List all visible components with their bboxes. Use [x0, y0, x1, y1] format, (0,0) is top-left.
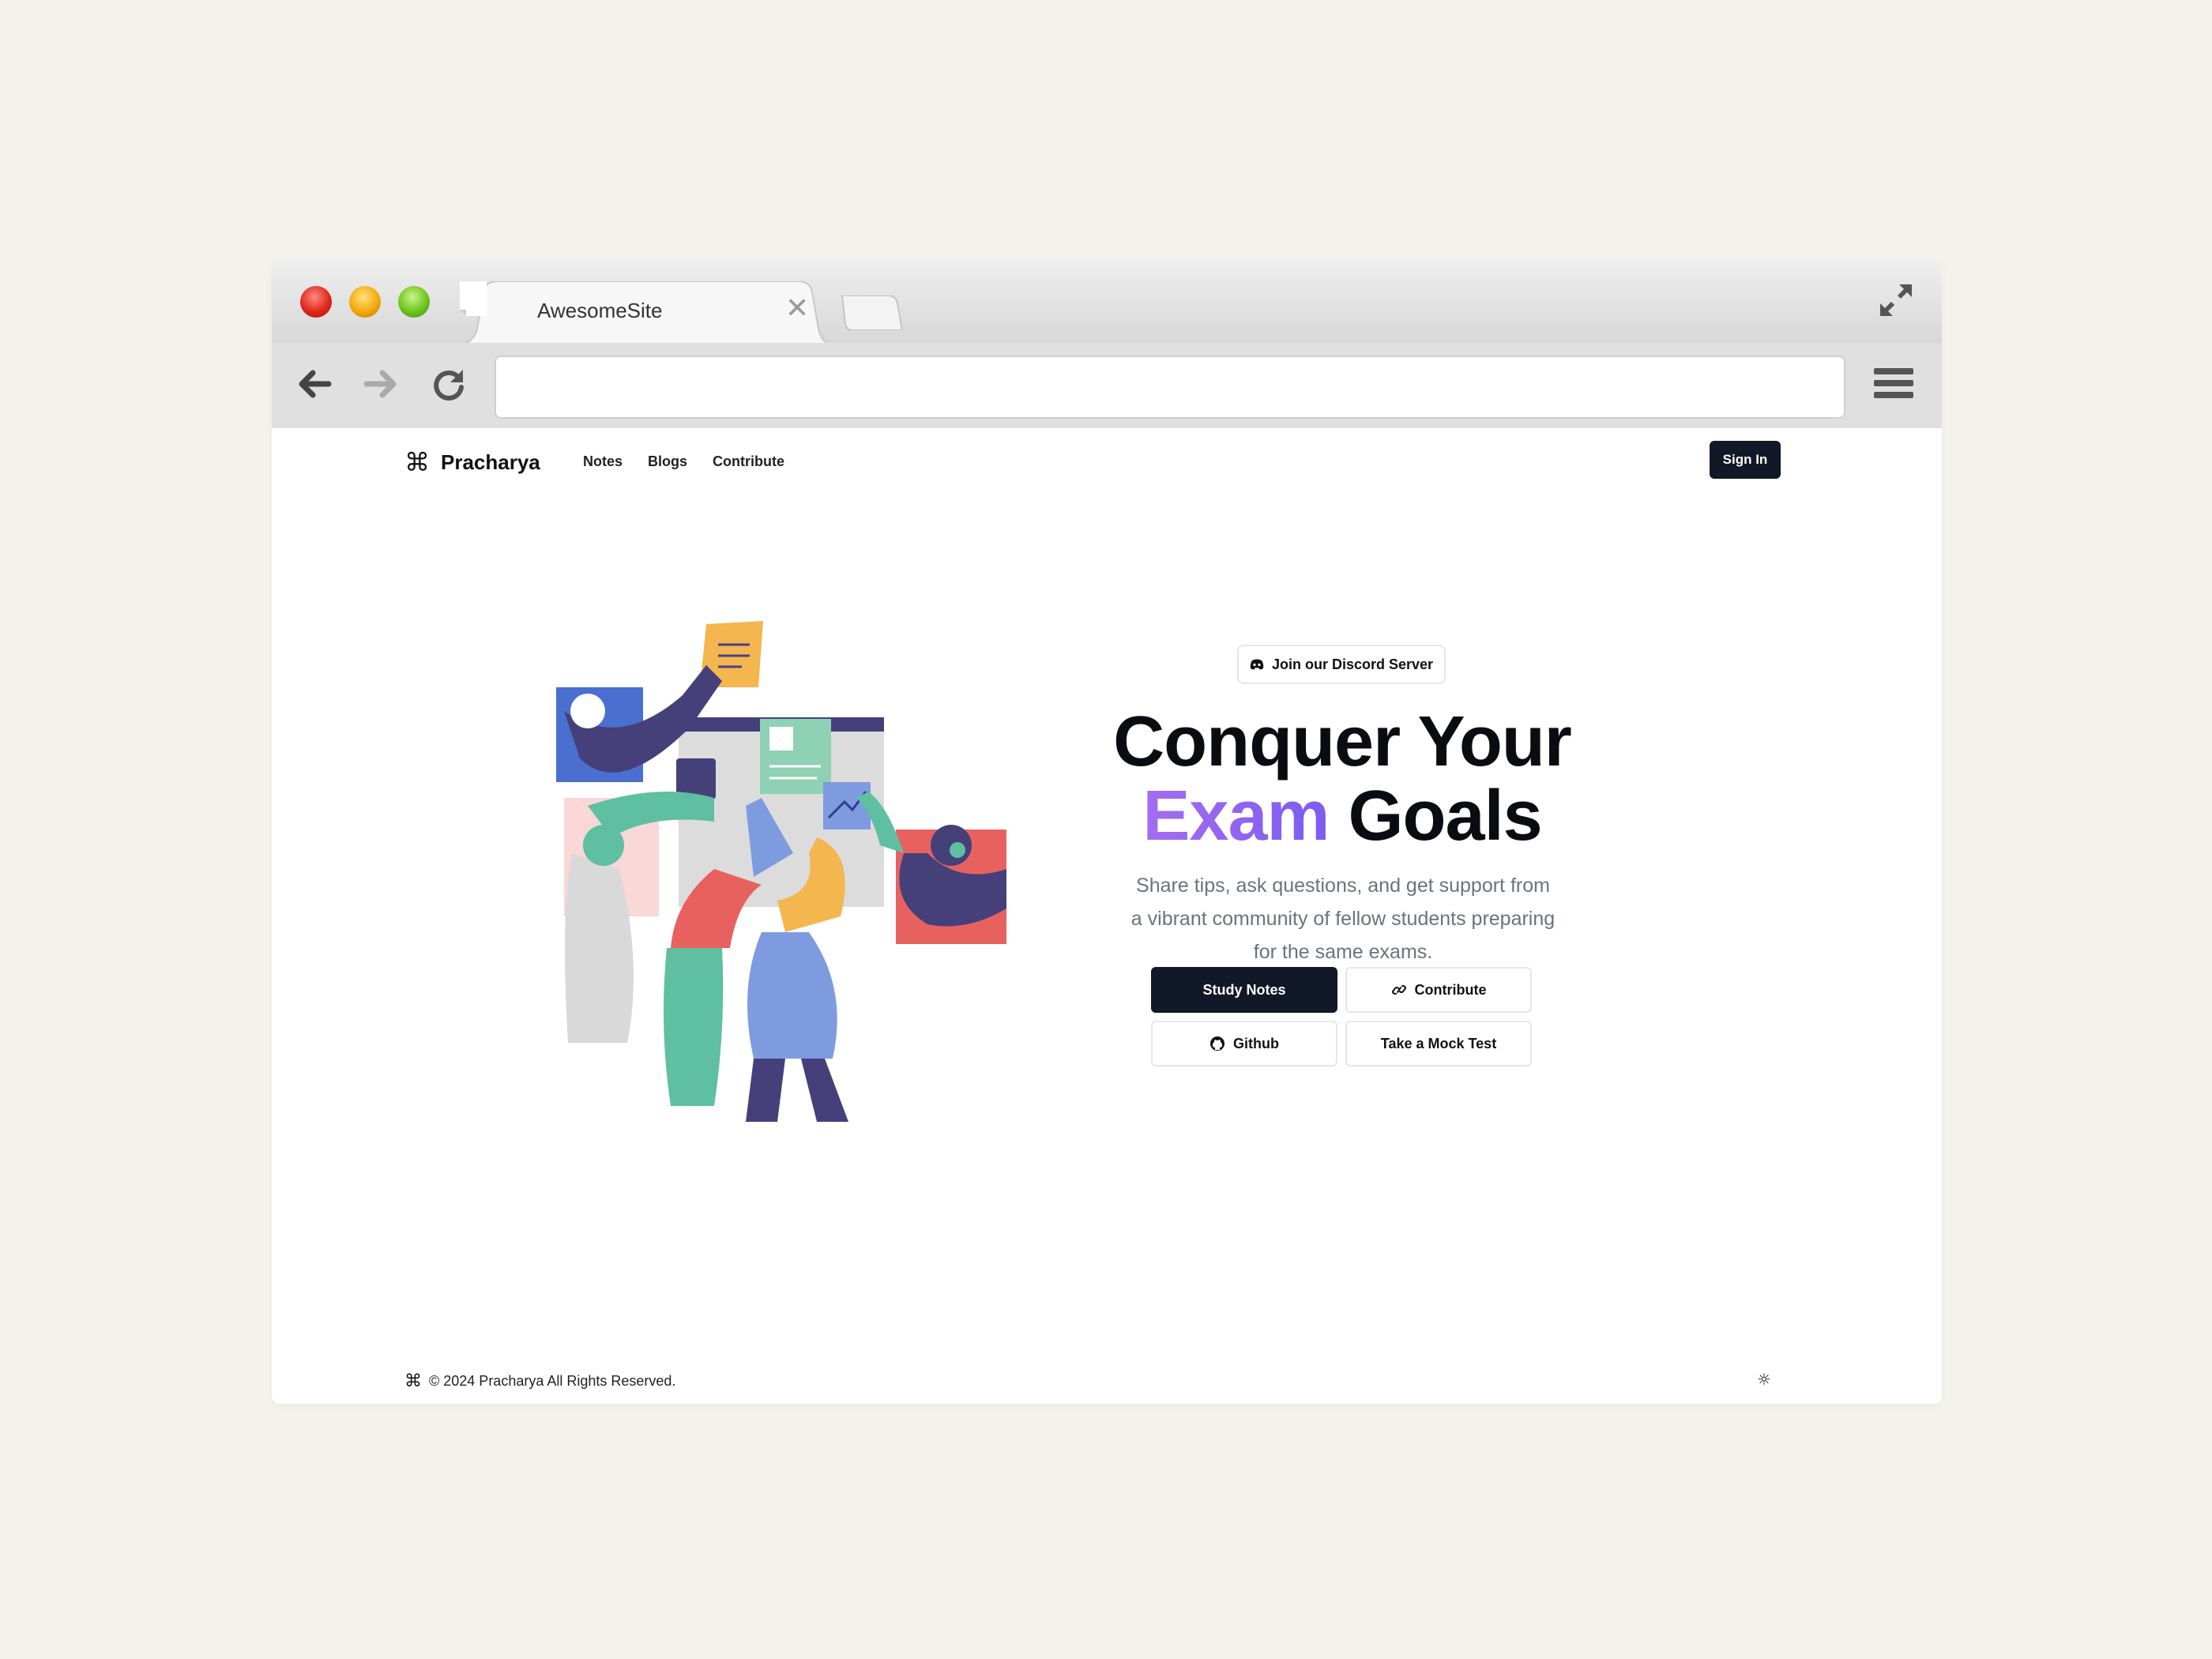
fullscreen-icon[interactable] — [1877, 281, 1915, 319]
discord-join-label: Join our Discord Server — [1271, 656, 1434, 672]
back-arrow-icon[interactable] — [294, 363, 335, 404]
hero-illustration — [556, 621, 1006, 1122]
main-nav: Notes Blogs Contribute — [583, 453, 784, 470]
tab-close-icon[interactable]: ✕ — [785, 294, 809, 322]
contribute-label: Contribute — [1414, 981, 1487, 998]
mock-test-button[interactable]: Take a Mock Test — [1345, 1021, 1532, 1066]
hero-title-line1: Conquer Your — [1113, 702, 1572, 781]
brand-name: Pracharya — [441, 450, 540, 474]
tab-title: AwesomeSite — [537, 299, 663, 322]
hero-subtitle: Share tips, ask questions, and get suppo… — [1130, 875, 1556, 963]
web-page: ⌘ Pracharya Notes Blogs Contribute Sign … — [272, 428, 1942, 1404]
discord-icon — [1250, 659, 1264, 670]
maximize-window-button[interactable] — [398, 286, 430, 318]
hero-title: Conquer Your Exam Goals — [1062, 705, 1623, 853]
reload-icon[interactable] — [428, 363, 469, 404]
nav-link-blogs[interactable]: Blogs — [648, 453, 687, 470]
browser-tab[interactable]: AwesomeSite ✕ — [460, 281, 831, 344]
footer-logo-icon: ⌘ — [404, 1371, 422, 1391]
study-notes-label: Study Notes — [1202, 981, 1286, 998]
close-window-button[interactable] — [300, 286, 332, 318]
new-tab-button[interactable] — [841, 295, 904, 330]
browser-toolbar — [272, 343, 1942, 428]
minimize-window-button[interactable] — [349, 286, 381, 318]
hamburger-menu-icon[interactable] — [1874, 368, 1913, 403]
mock-test-label: Take a Mock Test — [1380, 1035, 1497, 1051]
discord-join-badge[interactable]: Join our Discord Server — [1237, 645, 1446, 684]
footer-copyright: © 2024 Pracharya All Rights Reserved. — [429, 1373, 676, 1389]
forward-arrow-icon[interactable] — [360, 363, 401, 404]
study-notes-button[interactable]: Study Notes — [1151, 967, 1337, 1013]
link-icon — [1391, 985, 1406, 995]
nav-link-contribute[interactable]: Contribute — [713, 453, 784, 470]
command-logo-icon: ⌘ — [404, 447, 430, 477]
github-label: Github — [1233, 1035, 1279, 1051]
nav-link-notes[interactable]: Notes — [583, 453, 623, 470]
address-bar[interactable] — [495, 356, 1845, 419]
theme-toggle-icon[interactable]: ☼ — [1757, 1370, 1771, 1389]
browser-window: AwesomeSite ✕ ⌘ Pracharya Notes Blogs Co… — [272, 261, 1942, 1404]
browser-titlebar: AwesomeSite ✕ — [272, 261, 1942, 344]
github-button[interactable]: Github — [1151, 1021, 1337, 1066]
sign-in-button[interactable]: Sign In — [1710, 441, 1781, 479]
hero-title-rest: Goals — [1329, 777, 1543, 856]
github-icon — [1210, 1036, 1224, 1051]
site-logo[interactable]: ⌘ Pracharya — [404, 447, 540, 477]
page-favicon-icon — [460, 281, 487, 316]
contribute-button[interactable]: Contribute — [1345, 967, 1532, 1013]
hero-title-accent: Exam — [1142, 777, 1330, 856]
